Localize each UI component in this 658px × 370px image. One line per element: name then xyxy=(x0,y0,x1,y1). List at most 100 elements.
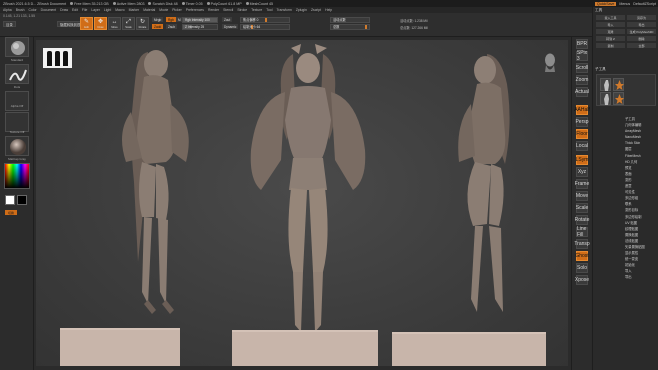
menu-render[interactable]: Render xyxy=(208,8,219,12)
spix-button[interactable]: SPix 3 xyxy=(576,50,588,62)
scale-button[interactable]: Scale xyxy=(576,203,588,213)
menus-button[interactable]: Menus xyxy=(619,2,630,6)
title-item: Active Mem 2803 xyxy=(116,1,145,6)
menu-layer[interactable]: Layer xyxy=(91,8,99,12)
brush-thumbnail[interactable] xyxy=(5,37,29,57)
aahalf-button[interactable]: AAHalf xyxy=(574,105,590,115)
draw-tool-button[interactable]: ✥ Draw xyxy=(94,17,107,30)
move-icon: ↔ xyxy=(111,18,118,25)
subtool-thumb[interactable] xyxy=(600,92,611,105)
rotate-tool-button[interactable]: ↻ Rotate xyxy=(136,17,149,30)
alpha-thumbnail[interactable] xyxy=(5,91,29,111)
clone-button[interactable]: 克隆 xyxy=(596,29,625,34)
color-picker[interactable] xyxy=(4,163,30,189)
floor-button[interactable]: Floor xyxy=(576,129,588,139)
secondary-color-swatch[interactable] xyxy=(17,195,27,205)
document-canvas[interactable] xyxy=(36,40,568,366)
sculpt-figure-back-view xyxy=(122,50,189,314)
transp-button[interactable]: Transp xyxy=(574,239,590,249)
scroll-button[interactable]: Scroll xyxy=(576,63,588,73)
menu-marker[interactable]: Marker xyxy=(129,8,140,12)
menu-transform[interactable]: Transform xyxy=(276,8,291,12)
local-button[interactable]: Local xyxy=(576,141,588,151)
solo-button[interactable]: Solo xyxy=(576,263,588,273)
material-label: MatCap Gray xyxy=(8,157,26,161)
catalog-button[interactable]: 目录 xyxy=(3,21,16,27)
menu-item-export[interactable]: 导出 xyxy=(625,274,658,280)
frame-button[interactable]: Frame xyxy=(575,179,589,189)
rgb-intensity-slider[interactable]: Rgb Intensity 100 xyxy=(182,17,218,23)
menu-brush[interactable]: Brush xyxy=(16,8,25,12)
menu-stencil[interactable]: Stencil xyxy=(223,8,233,12)
edit-icon: ✎ xyxy=(83,18,90,25)
lsym-button[interactable]: LSym xyxy=(576,155,588,165)
copy-button[interactable]: 复制 xyxy=(596,43,625,48)
move-label: Move xyxy=(111,25,118,29)
import-button[interactable]: 导入 xyxy=(596,22,625,27)
zsub-toggle[interactable]: Zsub xyxy=(166,24,178,29)
make-polymesh-button[interactable]: 生成 PolyMesh3D xyxy=(627,29,656,34)
quicksave-button[interactable]: QuickSave xyxy=(595,1,617,6)
scale-tool-button[interactable]: ⤢ Scale xyxy=(122,17,135,30)
draw-size-slider[interactable]: 绘制大小 64 xyxy=(240,24,290,30)
dynamic-toggle[interactable]: Dynamic xyxy=(222,24,239,29)
scale-label: Scale xyxy=(125,25,132,29)
menu-texture[interactable]: Texture xyxy=(251,8,262,12)
stroke-thumbnail[interactable] xyxy=(5,64,29,84)
mrgb-toggle[interactable]: Mrgb xyxy=(152,17,164,22)
all-button[interactable]: 全部 xyxy=(627,43,656,48)
pedestal-right xyxy=(392,332,546,366)
xyz-button[interactable]: Xyz xyxy=(576,167,588,177)
menu-stroke[interactable]: Stroke xyxy=(237,8,247,12)
menu-material[interactable]: Material xyxy=(143,8,155,12)
goz-button[interactable]: 转到 Z xyxy=(596,36,625,41)
star-thumb-icon xyxy=(615,94,624,104)
points-a-slider[interactable]: 活动点数 xyxy=(330,17,370,23)
menu-light[interactable]: Light xyxy=(104,8,111,12)
menu-zplugin[interactable]: Zplugin xyxy=(296,8,307,12)
menu-alpha[interactable]: Alpha xyxy=(3,8,12,12)
xpose-button[interactable]: Xpose xyxy=(575,275,589,285)
menu-preferences[interactable]: Preferences xyxy=(186,8,204,12)
menu-tool[interactable]: Tool xyxy=(266,8,272,12)
menu-file[interactable]: File xyxy=(82,8,87,12)
menu-color[interactable]: Color xyxy=(29,8,37,12)
main-color-swatch[interactable] xyxy=(5,195,15,205)
actual-button[interactable]: Actual xyxy=(575,87,589,97)
rotate-button[interactable]: Rotate xyxy=(575,215,589,225)
load-tool-button[interactable]: 载入工具 xyxy=(596,15,625,20)
rgb-toggle[interactable]: Rgb xyxy=(166,17,176,22)
subtool-thumb[interactable] xyxy=(613,78,624,91)
export-button[interactable]: 导出 xyxy=(627,22,656,27)
menu-macro[interactable]: Macro xyxy=(115,8,124,12)
figure-thumb-icon xyxy=(604,94,609,105)
zoom-button[interactable]: Zoom xyxy=(576,75,588,85)
menu-edit[interactable]: Edit xyxy=(72,8,78,12)
polyf-button[interactable]: Line Fill xyxy=(576,226,588,238)
move-tool-button[interactable]: ↔ Move xyxy=(108,17,121,30)
menu-help[interactable]: Help xyxy=(325,8,332,12)
persp-button[interactable]: Persp xyxy=(575,117,589,127)
menu-picker[interactable]: Picker xyxy=(172,8,181,12)
subtool-thumb[interactable] xyxy=(613,92,624,105)
bpr-button[interactable]: BPR xyxy=(576,39,588,49)
ghost-button[interactable]: Ghost xyxy=(575,251,589,261)
switch-color-button[interactable]: 切换 xyxy=(5,210,17,215)
zcut-toggle[interactable]: Zcut xyxy=(222,17,233,22)
texture-thumbnail[interactable] xyxy=(5,112,29,132)
delete-button[interactable]: 删除 xyxy=(627,36,656,41)
zadd-toggle[interactable]: Zadd xyxy=(152,24,164,29)
menu-zscript[interactable]: Zscript xyxy=(311,8,321,12)
points-b-slider[interactable]: 总数 xyxy=(330,24,370,30)
menu-document[interactable]: Document xyxy=(41,8,56,12)
edit-tool-button[interactable]: ✎ Edit xyxy=(80,17,93,30)
subtool-thumb[interactable] xyxy=(600,78,611,91)
default-zscript-button[interactable]: DefaultZScript xyxy=(633,2,656,6)
focal-shift-slider[interactable]: 焦点偏移 0 xyxy=(240,17,290,23)
z-intensity-slider[interactable]: Z Intensity 25 xyxy=(182,24,218,30)
move-button[interactable]: Move xyxy=(576,191,588,201)
save-as-button[interactable]: 另存为 xyxy=(627,15,656,20)
menu-draw[interactable]: Draw xyxy=(60,8,68,12)
material-thumbnail[interactable] xyxy=(5,136,29,156)
menu-movie[interactable]: Movie xyxy=(159,8,168,12)
